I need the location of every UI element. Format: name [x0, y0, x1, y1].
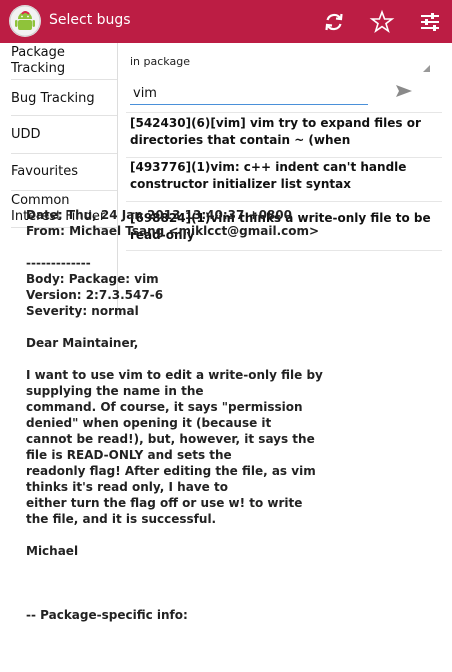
android-app-icon[interactable] — [9, 5, 41, 37]
sidebar-item-bug-tracking[interactable]: Bug Tracking — [11, 91, 117, 107]
bug-list-item[interactable]: [542430](6)[vim] vim try to expand files… — [130, 115, 438, 149]
bug-list-item[interactable]: [493776](1)vim: c++ indent can't handle … — [130, 159, 438, 193]
sidebar-item-udd[interactable]: UDD — [11, 127, 117, 143]
divider — [11, 79, 117, 80]
dropdown-triangle-icon — [423, 65, 430, 72]
settings-sliders-icon[interactable] — [417, 9, 443, 35]
scope-dropdown-label: in package — [130, 55, 190, 68]
send-icon[interactable] — [394, 81, 414, 101]
page-title: Select bugs — [49, 12, 131, 28]
search-input[interactable] — [130, 83, 368, 105]
sidebar-item-favourites[interactable]: Favourites — [11, 164, 117, 180]
action-bar: Select bugs — [0, 0, 452, 43]
divider — [126, 157, 442, 158]
bug-report-text: Date: Thu, 24 Jan 2013 13:40:37 +0800 Fr… — [26, 208, 323, 622]
refresh-icon[interactable] — [321, 9, 347, 35]
divider — [11, 190, 117, 191]
divider — [11, 153, 117, 154]
star-icon[interactable] — [369, 9, 395, 35]
divider — [126, 201, 442, 202]
sidebar-item-package-tracking[interactable]: Package Tracking — [11, 45, 117, 77]
scope-dropdown[interactable]: in package — [130, 55, 436, 77]
divider — [126, 112, 442, 113]
divider — [11, 115, 117, 116]
